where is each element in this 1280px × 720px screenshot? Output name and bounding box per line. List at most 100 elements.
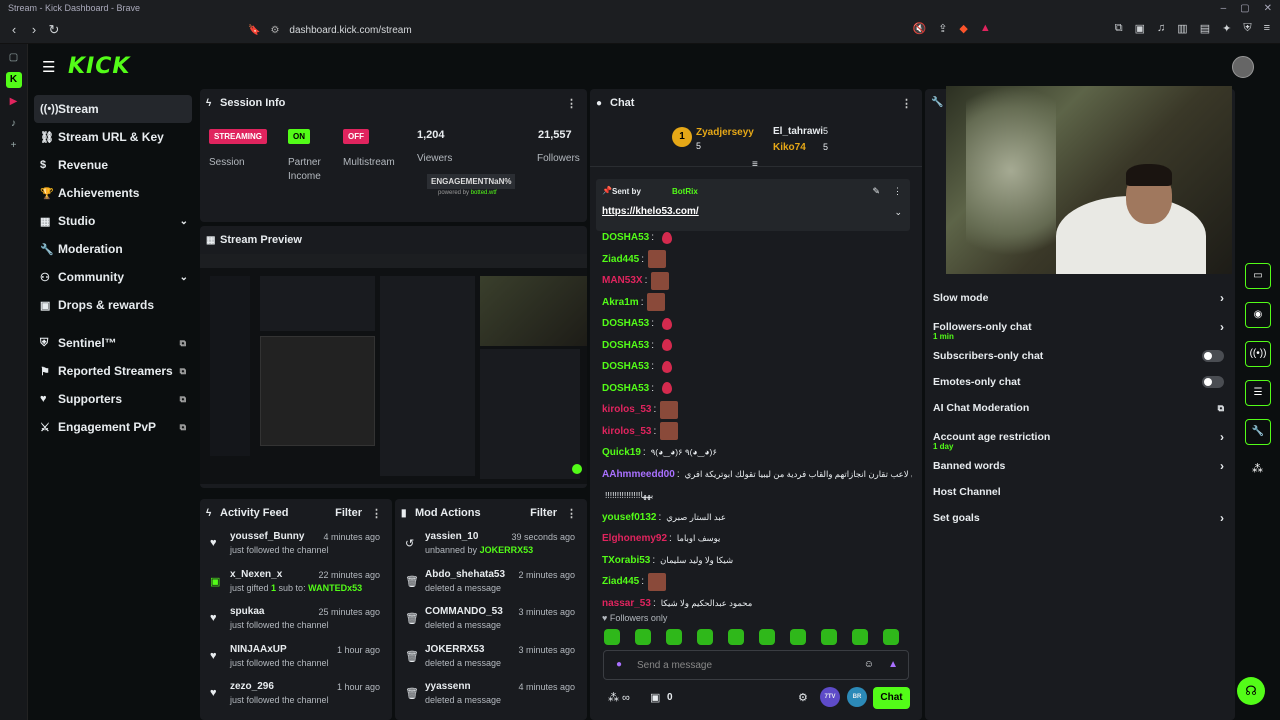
extensions-icon[interactable]: ⧉: [1115, 22, 1123, 35]
setting-set-goals[interactable]: Set goals ›: [924, 505, 1236, 531]
vpn-icon[interactable]: ⛨: [1243, 22, 1251, 35]
bookmark-icon[interactable]: 🔖: [248, 25, 260, 36]
emoji-icon[interactable]: ☺: [864, 659, 874, 670]
reload-icon[interactable]: ↻: [44, 22, 64, 38]
chat-message[interactable]: yousef0132: عبد الستار صبري: [602, 507, 912, 529]
chat-message[interactable]: Quick19:٩(◕‿◕)۶ ٩(◕‿◕)۶: [602, 442, 912, 464]
7tv-button[interactable]: 7TV: [820, 687, 840, 707]
chat-message[interactable]: Akra1m:: [602, 292, 912, 314]
sidebar-item-supporters[interactable]: ♥ Supporters ⧉: [34, 385, 192, 413]
chat-message[interactable]: !!!!!!!!!!!!!!!بهها: [602, 485, 912, 507]
sidebar-item-sentinel[interactable]: ⛨ Sentinel™ ⧉: [34, 329, 192, 357]
chat-message[interactable]: Ziad445:: [602, 249, 912, 271]
more-options-icon[interactable]: ⋮: [901, 97, 912, 110]
chat-username[interactable]: kirolos_53: [602, 426, 651, 437]
chat-input[interactable]: ● Send a message ☺ ▲: [603, 650, 909, 680]
leo-icon[interactable]: ✦: [1222, 22, 1231, 35]
emote-icon[interactable]: [666, 629, 682, 645]
chevron-right-icon[interactable]: ›: [1220, 320, 1224, 334]
setting-account-age-restriction[interactable]: Account age restriction 1 day ›: [924, 421, 1236, 453]
sidebar-item-achievements[interactable]: 🏆 Achievements: [34, 179, 192, 207]
chat-username[interactable]: Ziad445: [602, 254, 639, 265]
rail-layout-icon[interactable]: ☰: [1245, 380, 1271, 406]
chat-message[interactable]: nassar_53: محمود عبدالحكيم ولا شيكا: [602, 593, 912, 615]
more-options-icon[interactable]: ⋮: [371, 507, 382, 520]
rail-broadcast-icon[interactable]: ((•)): [1245, 341, 1271, 367]
chat-username[interactable]: DOSHA53: [602, 232, 649, 243]
more-options-icon[interactable]: ⋮: [893, 186, 902, 197]
chat-username[interactable]: Akra1m: [602, 297, 639, 308]
setting-banned-words[interactable]: Banned words ›: [924, 453, 1236, 479]
screenshot-icon[interactable]: ▣: [1135, 22, 1145, 35]
sidebar-item-drops-rewards[interactable]: ▣ Drops & rewards: [34, 291, 192, 319]
support-headset-icon[interactable]: ☊: [1237, 677, 1265, 705]
emote-icon[interactable]: [852, 629, 868, 645]
setting-ai-chat-moderation[interactable]: AI Chat Moderation ⧉: [924, 395, 1236, 421]
top-gifter-2[interactable]: El_tahrawi: [773, 126, 823, 137]
filter-button[interactable]: Filter: [530, 507, 557, 519]
forward-icon[interactable]: ›: [24, 22, 44, 37]
chat-username[interactable]: AAhmmeedd00: [602, 469, 675, 480]
chat-message[interactable]: DOSHA53:: [602, 356, 912, 378]
chevron-right-icon[interactable]: ›: [1220, 511, 1224, 525]
chat-message[interactable]: MAN53X:: [602, 270, 912, 292]
url-text[interactable]: dashboard.kick.com/stream: [289, 25, 411, 36]
chat-message[interactable]: AAhmmeedd00: لما بتقارن لاعب تقارن انجازا…: [602, 464, 912, 486]
more-options-icon[interactable]: ⋮: [566, 507, 577, 520]
kick-tab-icon[interactable]: K: [5, 72, 22, 88]
chat-username[interactable]: Ziad445: [602, 576, 639, 587]
menu-toggle-icon[interactable]: ☰: [42, 58, 55, 76]
setting-host-channel[interactable]: Host Channel: [924, 479, 1236, 505]
chat-username[interactable]: Elghonemy92: [602, 533, 667, 544]
chat-message[interactable]: DOSHA53:: [602, 378, 912, 400]
chat-send-button[interactable]: Chat: [873, 687, 910, 709]
emote-icon[interactable]: [604, 629, 620, 645]
emote-icon[interactable]: [697, 629, 713, 645]
top-gifter-3[interactable]: Kiko74: [773, 142, 806, 153]
kick-emote-icon[interactable]: ▲: [888, 659, 898, 670]
sidebar-item-engagement-pvp[interactable]: ⚔ Engagement PvP ⧉: [34, 413, 192, 441]
more-options-icon[interactable]: ⋮: [566, 97, 577, 110]
desc-user[interactable]: JOKERRX53: [480, 545, 534, 555]
emote-icon[interactable]: [790, 629, 806, 645]
chat-username[interactable]: nassar_53: [602, 598, 651, 609]
sidebar-item-moderation[interactable]: 🔧 Moderation: [34, 235, 192, 263]
sidebar-icon[interactable]: ▥: [1177, 22, 1187, 35]
add-tab-icon[interactable]: +: [6, 138, 22, 154]
chat-message[interactable]: Elghonemy92: يوسف اوباما: [602, 528, 912, 550]
emote-icon[interactable]: [821, 629, 837, 645]
chat-username[interactable]: Quick19: [602, 447, 641, 458]
chat-username[interactable]: DOSHA53: [602, 361, 649, 372]
toggle-switch[interactable]: [1202, 350, 1224, 362]
pin-toggle-icon[interactable]: ✎: [872, 186, 880, 197]
mute-icon[interactable]: 🔇: [913, 22, 927, 35]
back-icon[interactable]: ‹: [4, 22, 24, 37]
kick-logo[interactable]: KICK: [68, 54, 130, 79]
chevron-down-icon[interactable]: ⌄: [180, 216, 188, 227]
share-icon[interactable]: ⇪: [938, 22, 947, 35]
tiktok-tab-icon[interactable]: ♪: [6, 116, 22, 132]
chat-message[interactable]: DOSHA53:: [602, 313, 912, 335]
minimize-icon[interactable]: –: [1221, 3, 1227, 14]
expand-icon[interactable]: ≡: [752, 159, 758, 170]
chat-message[interactable]: kirolos_53:: [602, 399, 912, 421]
rail-wrench-icon[interactable]: 🔧: [1245, 419, 1271, 445]
emote-icon[interactable]: [635, 629, 651, 645]
sidebar-item-community[interactable]: ⚇ Community ⌄: [34, 263, 192, 291]
user-avatar[interactable]: [1232, 56, 1254, 78]
toggle-switch[interactable]: [1202, 376, 1224, 388]
sidebar-item-stream-url-key[interactable]: ⛓ Stream URL & Key: [34, 123, 192, 151]
chat-message[interactable]: DOSHA53:: [602, 227, 912, 249]
chat-message[interactable]: kirolos_53:: [602, 421, 912, 443]
wallet-icon[interactable]: ▤: [1200, 22, 1210, 35]
site-info-icon[interactable]: ⚙: [270, 25, 279, 36]
chat-username[interactable]: DOSHA53: [602, 383, 649, 394]
setting-emotes-only-chat[interactable]: Emotes-only chat: [924, 369, 1236, 395]
chevron-right-icon[interactable]: ›: [1220, 459, 1224, 473]
emote-icon[interactable]: [728, 629, 744, 645]
sidebar-item-stream[interactable]: ((•)) Stream: [34, 95, 192, 123]
gift-icon[interactable]: ▣: [650, 691, 660, 704]
pinned-message[interactable]: 📌 Sent by BotRix https://khelo53.com/ ✎ …: [596, 179, 910, 231]
settings-icon[interactable]: ⚙: [798, 691, 808, 704]
botrix-button[interactable]: BR: [847, 687, 867, 707]
